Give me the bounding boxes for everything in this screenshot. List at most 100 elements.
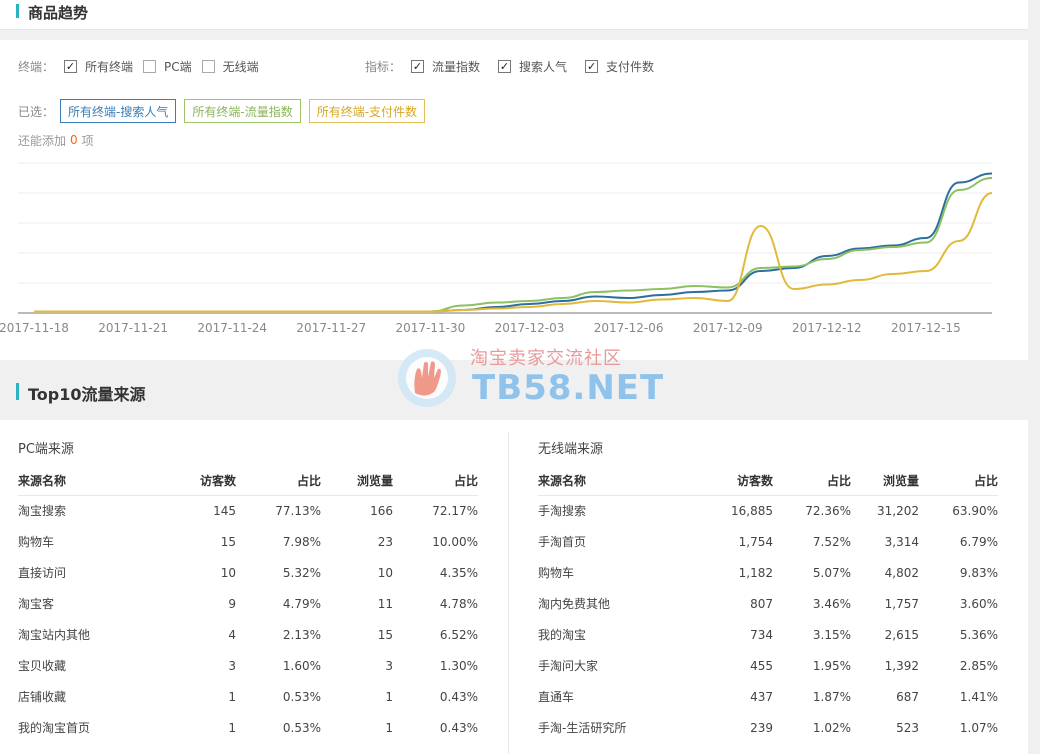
table-row: 淘宝客 9 4.79% 11 4.78%: [18, 588, 478, 619]
table-row: 我的淘宝首页 1 0.53% 1 0.43%: [18, 712, 478, 743]
value-cell: 2.85%: [959, 658, 998, 673]
source-name-cell: 直接访问: [18, 566, 67, 580]
value-cell: 1,754: [738, 534, 773, 549]
checkbox-checked-icon[interactable]: ✓: [411, 59, 425, 73]
value-cell: 437: [750, 689, 773, 704]
source-name-cell: 手淘搜索: [538, 504, 587, 519]
source-name-cell: 我的淘宝: [538, 628, 587, 642]
value-cell: 6.52%: [439, 627, 478, 642]
selected-label: 已选：: [18, 104, 55, 119]
source-name-cell: 我的淘宝首页: [18, 721, 91, 735]
value-cell: 1: [228, 689, 236, 704]
table-header-row: 来源名称 访客数 占比 浏览量 占比: [18, 466, 478, 496]
value-cell: 1,392: [884, 658, 919, 673]
metric-search-checkbox[interactable]: ✓ 搜索人气: [498, 58, 567, 75]
selected-row: 已选： 所有终端-搜索人气 所有终端-流量指数 所有终端-支付件数: [18, 98, 433, 124]
checkbox-unchecked-icon[interactable]: [201, 59, 215, 73]
table-row: 手淘搜索 16,885 72.36% 31,202 63.90%: [538, 495, 998, 526]
value-cell: 2.13%: [282, 627, 321, 642]
table-row: 购物车 15 7.98% 23 10.00%: [18, 526, 478, 557]
value-cell: 63.90%: [952, 503, 998, 518]
x-tick-label: 2017-11-18: [0, 321, 69, 335]
checkbox-checked-icon[interactable]: ✓: [585, 59, 599, 73]
trend-line-chart: 2017-11-18 2017-11-21 2017-11-24 2017-11-27…: [0, 162, 993, 335]
value-cell: 1.95%: [812, 658, 851, 673]
terminal-pc-checkbox[interactable]: PC端: [143, 58, 192, 75]
table-row: 手淘首页 1,754 7.52% 3,314 6.79%: [538, 526, 998, 557]
value-cell: 7.52%: [812, 534, 851, 549]
selected-tag-payment[interactable]: 所有终端-支付件数: [308, 99, 426, 123]
add-more-count: 0: [70, 133, 78, 147]
value-cell: 2,615: [884, 627, 919, 642]
value-cell: 10: [220, 565, 236, 580]
value-cell: 1.30%: [439, 658, 478, 673]
table-row: 手淘问大家 455 1.95% 1,392 2.85%: [538, 650, 998, 681]
value-cell: 0.43%: [439, 720, 478, 735]
value-cell: 5.07%: [812, 565, 851, 580]
value-cell: 3.46%: [812, 596, 851, 611]
column-header: 占比: [919, 466, 998, 496]
value-cell: 3: [385, 658, 393, 673]
value-cell: 23: [377, 534, 393, 549]
checkbox-checked-icon[interactable]: ✓: [498, 59, 512, 73]
metric-payment-checkbox[interactable]: ✓ 支付件数: [585, 58, 654, 75]
table-row: 直通车 437 1.87% 687 1.41%: [538, 681, 998, 712]
selected-tag-traffic[interactable]: 所有终端-流量指数: [184, 99, 301, 123]
table-row: 购物车 1,182 5.07% 4,802 9.83%: [538, 557, 998, 588]
table-row: 淘宝站内其他 4 2.13% 15 6.52%: [18, 619, 478, 650]
value-cell: 1.41%: [959, 689, 998, 704]
title-accent-bar: [16, 4, 19, 18]
value-cell: 7.98%: [282, 534, 321, 549]
value-cell: 1: [385, 720, 393, 735]
table-row: 直接访问 10 5.32% 10 4.35%: [18, 557, 478, 588]
value-cell: 687: [896, 689, 919, 704]
value-cell: 16,885: [731, 503, 773, 518]
value-cell: 9.83%: [959, 565, 998, 580]
source-name-cell: 购物车: [538, 566, 575, 580]
add-more-hint: 还能添加 0 项: [18, 133, 94, 148]
source-name-cell: 淘宝站内其他: [18, 628, 91, 642]
value-cell: 4: [228, 627, 236, 642]
value-cell: 77.13%: [275, 503, 321, 518]
value-cell: 4,802: [884, 565, 919, 580]
metric-traffic-checkbox[interactable]: ✓ 流量指数: [411, 58, 480, 75]
value-cell: 10: [377, 565, 393, 580]
value-cell: 4.78%: [439, 596, 478, 611]
value-cell: 5.36%: [959, 627, 998, 642]
value-cell: 11: [377, 596, 393, 611]
value-cell: 166: [370, 503, 393, 518]
terminal-mobile-checkbox[interactable]: 无线端: [201, 58, 259, 75]
value-cell: 0.53%: [282, 720, 321, 735]
checkbox-unchecked-icon[interactable]: [143, 59, 157, 73]
source-name-cell: 宝贝收藏: [18, 659, 67, 673]
mobile-sources-table: 来源名称 访客数 占比 浏览量 占比 手淘搜索 16,885 72.36% 31,202 63.…: [538, 466, 998, 743]
value-cell: 0.53%: [282, 689, 321, 704]
value-cell: 1.87%: [812, 689, 851, 704]
x-tick-label: 2017-12-06: [594, 321, 664, 335]
watermark-text-en: TB58.NET: [472, 368, 665, 408]
terminal-all-checkbox[interactable]: ✓ 所有终端: [64, 58, 133, 75]
column-header: 浏览量: [321, 466, 393, 496]
trend-section-title: 商品趋势: [16, 2, 88, 23]
title-accent-bar: [16, 383, 19, 400]
source-name-cell: 手淘首页: [538, 535, 587, 549]
value-cell: 239: [750, 720, 773, 735]
value-cell: 1.60%: [282, 658, 321, 673]
value-cell: 3.60%: [959, 596, 998, 611]
series-line-1: [34, 177, 993, 313]
value-cell: 4.79%: [282, 596, 321, 611]
value-cell: 3: [228, 658, 236, 673]
value-cell: 455: [750, 658, 773, 673]
value-cell: 1.02%: [812, 720, 851, 735]
x-tick-label: 2017-11-24: [197, 321, 267, 335]
value-cell: 31,202: [877, 503, 919, 518]
value-cell: 3,314: [884, 534, 919, 549]
value-cell: 1.07%: [959, 720, 998, 735]
column-divider: [508, 432, 509, 754]
source-name-cell: 店铺收藏: [18, 690, 67, 704]
checkbox-checked-icon[interactable]: ✓: [64, 59, 78, 73]
selected-tag-search[interactable]: 所有终端-搜索人气: [60, 99, 177, 123]
x-tick-label: 2017-12-15: [891, 321, 961, 335]
column-header: 来源名称: [18, 466, 158, 496]
column-header: 来源名称: [538, 466, 678, 496]
